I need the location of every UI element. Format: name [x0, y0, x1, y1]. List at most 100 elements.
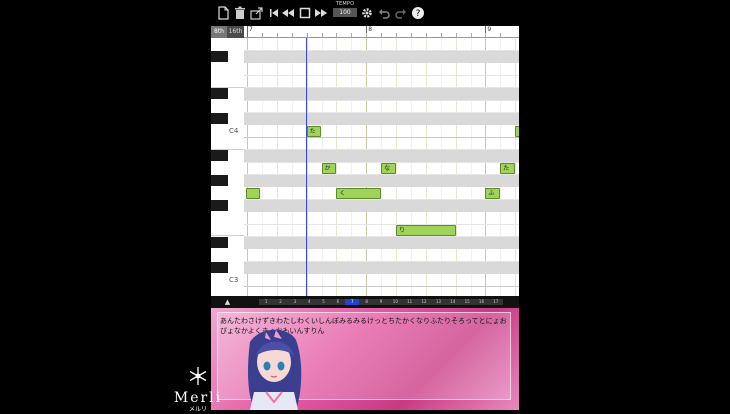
grid-row-dark — [244, 112, 519, 125]
grid-row-line — [244, 49, 519, 51]
beat-cell[interactable]: 9 — [374, 299, 388, 305]
beat-navigator[interactable]: 1 2 3 4 5 6 7 8 9 10 11 12 13 14 15 16 17 — [259, 299, 503, 305]
grid-beat-line — [396, 38, 397, 296]
grid-beat-line — [515, 38, 517, 296]
snowflake-icon — [189, 367, 207, 385]
beat-cell[interactable]: 17 — [489, 299, 503, 305]
svg-text:?: ? — [416, 9, 421, 19]
note-block[interactable]: く — [336, 187, 382, 199]
skip-to-start-icon[interactable] — [267, 6, 281, 20]
black-key[interactable] — [211, 51, 228, 63]
resolution-8th-button[interactable]: 8th — [211, 26, 227, 38]
note-grid[interactable]: たかくなりふたり — [244, 38, 519, 296]
fast-forward-icon[interactable] — [314, 6, 328, 20]
tempo-value[interactable]: 100 — [333, 8, 357, 17]
black-key[interactable] — [211, 261, 228, 273]
bottom-bar: ▲ 1 2 3 4 5 6 7 8 9 10 11 12 13 14 15 16 17 — [211, 296, 519, 308]
note-block[interactable]: り — [396, 224, 456, 236]
grid-row-line — [244, 198, 519, 200]
beat-cell[interactable]: 11 — [403, 299, 417, 305]
beat-cell[interactable]: 1 — [259, 299, 273, 305]
measure-number: 8 — [368, 26, 373, 33]
note-block[interactable]: た — [306, 125, 322, 137]
export-icon[interactable] — [250, 6, 264, 20]
beat-cell[interactable]: 7 — [345, 299, 360, 305]
black-key[interactable] — [211, 150, 228, 162]
beat-cell[interactable]: 13 — [431, 299, 445, 305]
grid-row-line — [244, 136, 519, 138]
undo-icon[interactable] — [377, 6, 391, 20]
black-key[interactable] — [211, 199, 228, 211]
beat-tick — [351, 33, 353, 37]
piano-keyboard[interactable]: C4 C3 — [211, 38, 244, 299]
grid-row-dark — [244, 261, 519, 274]
grid-beat-line — [291, 38, 293, 296]
new-file-icon[interactable] — [216, 6, 230, 20]
beat-cell[interactable]: 3 — [288, 299, 302, 305]
beat-cell[interactable]: 15 — [460, 299, 474, 305]
beat-cell[interactable]: 8 — [359, 299, 373, 305]
beat-cell[interactable]: 14 — [446, 299, 460, 305]
grid-beat-line — [425, 38, 427, 296]
beat-cell[interactable]: 6 — [331, 299, 345, 305]
beat-tick — [276, 33, 278, 37]
grid-beat-line — [366, 38, 368, 296]
character-illustration — [248, 329, 302, 410]
merli-logo: Merli メルリ — [168, 366, 228, 414]
logo-sub: メルリ — [188, 406, 207, 413]
beat-tick — [396, 33, 397, 37]
toolbar: TEMPO 100 ? — [211, 0, 519, 26]
beat-tick — [440, 33, 442, 37]
beat-cell[interactable]: 10 — [388, 299, 402, 305]
beat-tick — [321, 33, 323, 37]
beat-tick — [366, 33, 368, 37]
grid-row-dark — [244, 236, 519, 249]
grid-beat-line — [351, 38, 353, 296]
grid-beat-line — [455, 38, 457, 296]
grid-row-line — [244, 111, 519, 113]
measure-number: 7 — [249, 26, 253, 33]
beat-tick — [500, 33, 502, 37]
beat-tick — [261, 33, 263, 37]
grid-row-dark — [244, 50, 519, 63]
black-key[interactable] — [211, 175, 228, 187]
grid-beat-line — [440, 38, 442, 296]
beat-tick — [485, 33, 487, 37]
beat-cell[interactable]: 16 — [474, 299, 488, 305]
note-block[interactable]: り — [515, 125, 519, 137]
redo-icon[interactable] — [394, 6, 408, 20]
playhead[interactable] — [306, 38, 308, 296]
octave-label: C3 — [229, 275, 239, 284]
note-block[interactable]: か — [321, 162, 337, 174]
beat-tick — [336, 33, 338, 37]
grid-row-line — [244, 260, 519, 262]
beat-tick — [455, 33, 457, 37]
trash-icon[interactable] — [233, 6, 247, 20]
black-key[interactable] — [211, 237, 228, 249]
measure-ruler[interactable]: 7 8 9 — [244, 26, 519, 38]
beat-cell[interactable]: 12 — [417, 299, 431, 305]
note-block[interactable]: な — [381, 162, 396, 174]
black-key[interactable] — [211, 88, 228, 100]
beat-tick — [306, 33, 308, 37]
scroll-up-button[interactable]: ▲ — [211, 296, 244, 308]
black-key[interactable] — [211, 113, 228, 125]
octave-label: C4 — [229, 126, 239, 135]
tempo-label: TEMPO — [335, 1, 355, 7]
beat-cell[interactable]: 4 — [302, 299, 316, 305]
rewind-icon[interactable] — [281, 6, 295, 20]
note-block[interactable]: ふ — [485, 187, 501, 199]
resolution-16th-button[interactable]: 16th — [227, 26, 244, 38]
grid-row-dark — [244, 174, 519, 187]
beat-cell[interactable]: 5 — [316, 299, 330, 305]
settings-gear-icon[interactable] — [360, 6, 374, 20]
grid-row-line — [244, 149, 519, 151]
note-block[interactable] — [245, 187, 261, 199]
grid-row-line — [244, 285, 519, 287]
help-icon[interactable]: ? — [411, 6, 425, 20]
stop-icon[interactable] — [298, 6, 312, 20]
beat-cell[interactable]: 2 — [273, 299, 287, 305]
grid-row-line — [244, 223, 519, 225]
note-block[interactable]: た — [500, 162, 516, 174]
logo-name: Merli — [173, 390, 223, 406]
